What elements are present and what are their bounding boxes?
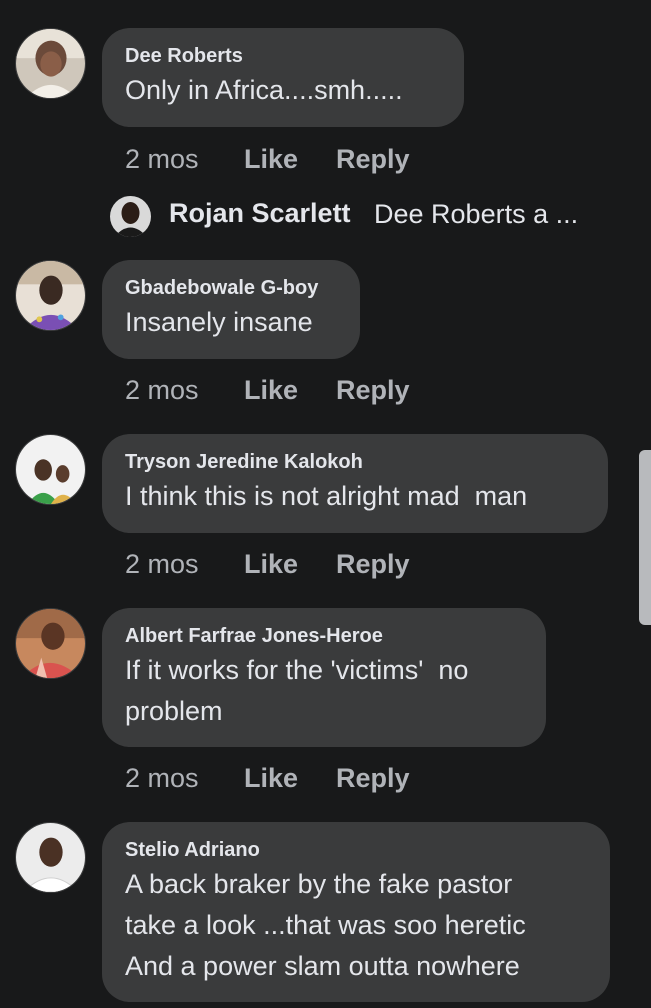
profile-photo-icon — [16, 29, 85, 98]
comment-time[interactable]: 2 mos — [125, 372, 244, 408]
scrollbar[interactable] — [639, 450, 651, 625]
like-button[interactable]: Like — [244, 141, 336, 177]
comment-time[interactable]: 2 mos — [125, 760, 244, 796]
comment-time[interactable]: 2 mos — [125, 546, 244, 582]
like-button[interactable]: Like — [244, 760, 336, 796]
comment-actions: 2 mos Like Reply — [125, 372, 410, 408]
like-button[interactable]: Like — [244, 546, 336, 582]
comment-author[interactable]: Dee Roberts — [125, 42, 440, 70]
reply-preview-text: Dee Roberts a ... — [374, 199, 579, 229]
comment-text: A back braker by the fake pastor take a … — [125, 869, 526, 981]
reply-author[interactable]: Rojan Scarlett — [169, 198, 351, 229]
comment-author[interactable]: Albert Farfrae Jones-Heroe — [125, 622, 522, 650]
comment-bubble: Gbadebowale G-boy Insanely insane — [102, 260, 360, 359]
reply-button[interactable]: Reply — [336, 546, 410, 582]
comment-text: If it works for the 'victims' no problem — [125, 655, 469, 726]
comment-author[interactable]: Tryson Jeredine Kalokoh — [125, 448, 584, 476]
reply-button[interactable]: Reply — [336, 760, 410, 796]
reply-avatar — [110, 196, 151, 237]
profile-photo-icon — [110, 196, 151, 237]
comment-actions: 2 mos Like Reply — [125, 546, 410, 582]
comment-text: Insanely insane — [125, 307, 313, 337]
comment-bubble: Tryson Jeredine Kalokoh I think this is … — [102, 434, 608, 533]
comment-text: I think this is not alright mad man — [125, 481, 528, 511]
profile-photo-icon — [16, 823, 85, 892]
comment-time[interactable]: 2 mos — [125, 141, 244, 177]
comment-author[interactable]: Gbadebowale G-boy — [125, 274, 336, 302]
like-button[interactable]: Like — [244, 372, 336, 408]
profile-photo-icon — [16, 261, 85, 330]
profile-photo-icon — [16, 609, 85, 678]
reply-button[interactable]: Reply — [336, 372, 410, 408]
reply-button[interactable]: Reply — [336, 141, 410, 177]
avatar[interactable] — [15, 608, 86, 679]
avatar[interactable] — [15, 28, 86, 99]
comment-bubble: Albert Farfrae Jones-Heroe If it works f… — [102, 608, 546, 747]
comment-author[interactable]: Stelio Adriano — [125, 836, 586, 864]
comment-actions: 2 mos Like Reply — [125, 760, 410, 796]
profile-photo-icon — [16, 435, 85, 504]
comment-bubble: Dee Roberts Only in Africa....smh..... — [102, 28, 464, 127]
comment-bubble: Stelio Adriano A back braker by the fake… — [102, 822, 610, 1002]
comment-actions: 2 mos Like Reply — [125, 141, 410, 177]
avatar[interactable] — [15, 434, 86, 505]
avatar[interactable] — [15, 822, 86, 893]
comment-text: Only in Africa....smh..... — [125, 75, 403, 105]
avatar[interactable] — [15, 260, 86, 331]
